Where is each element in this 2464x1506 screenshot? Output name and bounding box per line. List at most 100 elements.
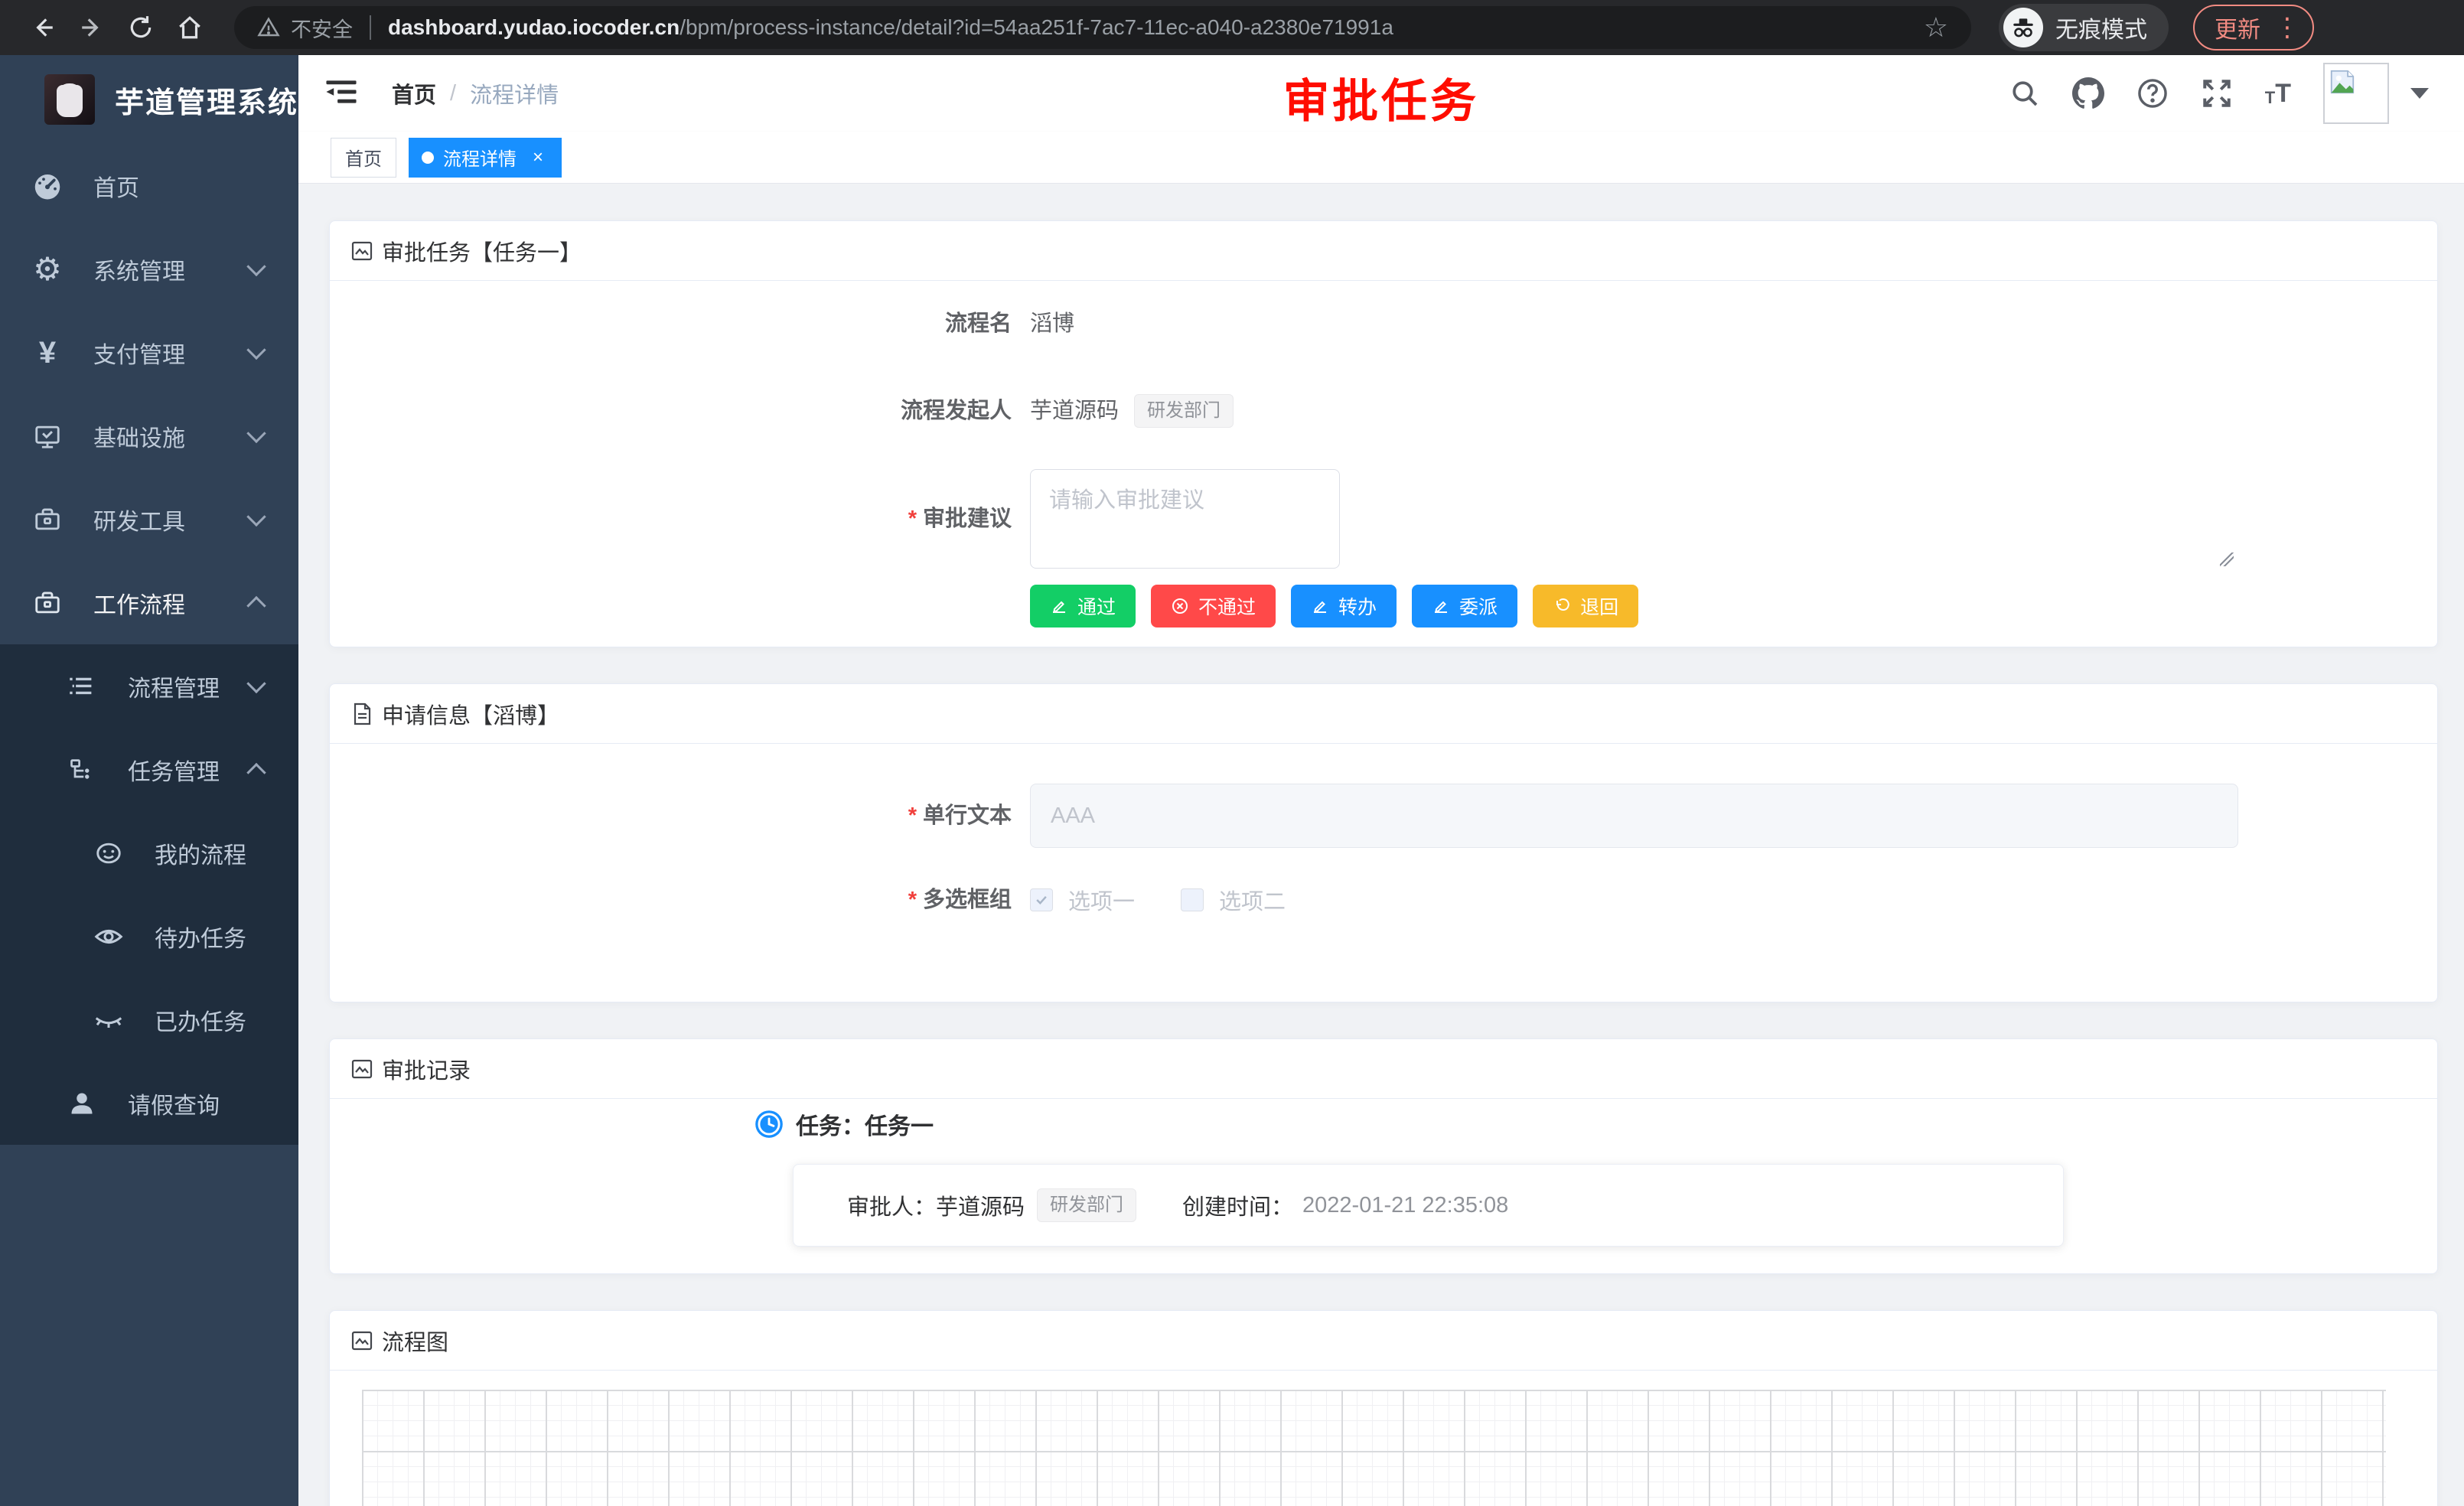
transfer-button[interactable]: 转办	[1291, 585, 1397, 628]
task-title: 任务：任务一	[796, 1107, 934, 1141]
checkbox-group-label: *多选框组	[709, 878, 1030, 921]
yen-icon: ¥	[31, 337, 64, 368]
sidebar-item-label: 基础设施	[93, 419, 185, 453]
sidebar-item-label: 研发工具	[93, 503, 185, 536]
user-icon	[65, 1090, 99, 1117]
sidebar-item-todo-tasks[interactable]: 待办任务	[0, 895, 298, 978]
bpmn-canvas[interactable]	[362, 1390, 2386, 1506]
sidebar-item-leave-query[interactable]: 请假查询	[0, 1061, 298, 1145]
return-button[interactable]: 退回	[1533, 585, 1638, 628]
approver-text: 审批人：芋道源码	[847, 1189, 1025, 1221]
bookmark-star-icon[interactable]: ☆	[1924, 11, 1948, 44]
eye-closed-icon	[92, 1005, 125, 1035]
monitor-icon	[31, 422, 64, 451]
breadcrumb: 首页 / 流程详情	[392, 77, 559, 109]
sidebar-item-label: 流程管理	[128, 670, 220, 703]
delegate-button[interactable]: 委派	[1412, 585, 1517, 628]
diagram-card-header: 流程图	[330, 1311, 2437, 1371]
chevron-down-icon	[246, 423, 266, 442]
tag-home[interactable]: 首页	[331, 138, 396, 178]
search-icon[interactable]	[2009, 78, 2040, 109]
text-field-label: *单行文本	[709, 784, 1030, 848]
browser-menu-icon[interactable]: ⋮	[2274, 12, 2300, 43]
font-size-icon[interactable]: TT	[2265, 80, 2291, 106]
breadcrumb-home[interactable]: 首页	[392, 77, 436, 109]
approve-task-card: 审批任务【任务一】 流程名 滔博 流程发起人 芋道源码 研发部门 *审批建议	[329, 220, 2438, 647]
sidebar-logo-row[interactable]: 芋道管理系统	[0, 55, 298, 144]
face-icon	[92, 839, 125, 868]
approve-form: 流程名 滔博 流程发起人 芋道源码 研发部门 *审批建议	[709, 281, 2238, 628]
browser-forward-button[interactable]	[70, 6, 113, 49]
sidebar-item-home[interactable]: 首页	[0, 144, 298, 227]
tree-icon	[65, 756, 99, 784]
checkbox-label: 选项一	[1068, 884, 1135, 916]
document-icon	[350, 702, 374, 726]
sidebar-item-my-process[interactable]: 我的流程	[0, 811, 298, 895]
navbar-actions: TT	[2009, 63, 2464, 124]
pass-button[interactable]: 通过	[1030, 585, 1136, 628]
picture-icon	[350, 1057, 374, 1081]
app-logo	[44, 74, 95, 125]
chevron-down-icon	[246, 673, 266, 693]
workflow-submenu: 流程管理 任务管理 我的流程	[0, 644, 298, 1145]
avatar[interactable]	[2323, 63, 2389, 124]
gear-icon: ⚙	[31, 253, 64, 285]
sidebar-item-done-tasks[interactable]: 已办任务	[0, 978, 298, 1061]
sidebar-item-process-mgmt[interactable]: 流程管理	[0, 644, 298, 728]
update-label: 更新	[2215, 11, 2260, 44]
initiator-value: 芋道源码	[1030, 390, 1119, 432]
browser-update-button[interactable]: 更新 ⋮	[2193, 5, 2314, 51]
url-bar[interactable]: 不安全 dashboard.yudao.iocoder.cn/bpm/proce…	[234, 6, 1971, 49]
browser-reload-button[interactable]	[119, 6, 162, 49]
url-divider	[370, 15, 371, 40]
card-title: 审批记录	[382, 1053, 471, 1085]
toolbox-icon	[31, 505, 64, 534]
tags-view-bar: 首页 流程详情	[298, 132, 2464, 184]
process-name-label: 流程名	[709, 302, 1030, 345]
list-icon	[65, 673, 99, 700]
incognito-icon	[2003, 8, 2043, 47]
suggestion-label: *审批建议	[709, 469, 1030, 572]
browser-back-button[interactable]	[21, 6, 64, 49]
github-icon[interactable]	[2072, 77, 2104, 109]
suggestion-textarea[interactable]	[1030, 469, 1340, 569]
sidebar-item-label: 待办任务	[155, 920, 246, 953]
initiator-dept-tag: 研发部门	[1134, 394, 1234, 428]
sidebar-item-workflow[interactable]: 工作流程	[0, 561, 298, 644]
close-icon[interactable]	[527, 147, 549, 168]
dashboard-icon	[31, 171, 64, 201]
chevron-down-icon	[246, 340, 266, 359]
record-detail-card: 审批人：芋道源码 研发部门 创建时间： 2022-01-21 22:35:08	[793, 1164, 2064, 1247]
briefcase-icon	[31, 588, 64, 618]
breadcrumb-separator: /	[450, 81, 456, 106]
circle-close-icon	[1171, 597, 1189, 615]
single-line-text-input	[1030, 784, 2238, 848]
broken-image-icon	[2328, 67, 2357, 96]
card-title: 审批任务【任务一】	[382, 235, 582, 267]
help-icon[interactable]	[2136, 77, 2169, 109]
required-mark: *	[908, 507, 917, 531]
url-host: dashboard.yudao.iocoder.cn	[388, 15, 680, 39]
create-time-value: 2022-01-21 22:35:08	[1302, 1193, 1508, 1218]
sidebar-item-label: 已办任务	[155, 1003, 246, 1037]
security-label: 不安全	[291, 13, 353, 43]
sidebar-toggle-button[interactable]	[324, 77, 358, 111]
avatar-caret-icon[interactable]	[2410, 88, 2429, 99]
not-secure-warning-icon	[257, 16, 280, 39]
sidebar-item-task-mgmt[interactable]: 任务管理	[0, 728, 298, 811]
sidebar-item-system[interactable]: ⚙ 系统管理	[0, 227, 298, 311]
sidebar-item-label: 系统管理	[93, 253, 185, 286]
sidebar-item-infrastructure[interactable]: 基础设施	[0, 394, 298, 478]
picture-icon	[350, 1328, 374, 1353]
fullscreen-icon[interactable]	[2201, 77, 2233, 109]
url-path: /bpm/process-instance/detail?id=54aa251f…	[680, 15, 1393, 39]
chevron-down-icon	[246, 256, 266, 275]
sidebar-item-devtools[interactable]: 研发工具	[0, 478, 298, 561]
browser-home-button[interactable]	[168, 6, 211, 49]
breadcrumb-current: 流程详情	[470, 77, 559, 109]
tag-process-detail[interactable]: 流程详情	[409, 138, 562, 178]
reject-button[interactable]: 不通过	[1151, 585, 1276, 628]
checkbox-option-2: 选项二	[1181, 884, 1286, 916]
sidebar-item-payment[interactable]: ¥ 支付管理	[0, 311, 298, 394]
apply-info-card: 申请信息【滔博】 *单行文本 *多选框组 选项一	[329, 683, 2438, 1002]
